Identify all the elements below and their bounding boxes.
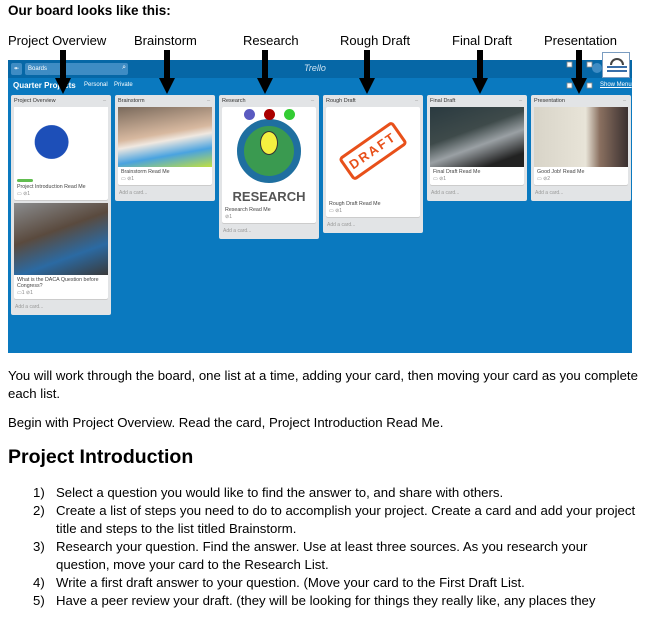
item-text: Write a first draft answer to your quest… <box>56 575 525 590</box>
list-research: Research – RESEARCH Research Read Me ⊘1 A… <box>219 95 319 239</box>
card-badges: ▭ ⊘1 <box>17 191 31 197</box>
card: DRAFT Rough Draft Read Me ▭ ⊘1 <box>326 107 420 217</box>
protest-image <box>14 203 108 275</box>
add-card-link: Add a card... <box>15 304 44 310</box>
card-badges: ▭ ⊘2 <box>537 176 551 182</box>
label-presentation: Presentation <box>544 33 617 48</box>
label-brainstorm: Brainstorm <box>134 33 197 48</box>
add-card-link: Add a card... <box>535 190 564 196</box>
down-arrow-icon <box>55 50 71 94</box>
trello-board-screenshot: ↞ Boards ⌕ Trello Quarter Projects Perso… <box>8 60 632 353</box>
card-badges: ▭ ⊘1 <box>433 176 447 182</box>
down-arrow-icon <box>257 50 273 94</box>
list-presentation: Presentation – Good Job! Read Me ▭ ⊘2 Add… <box>531 95 631 201</box>
question-mark-image <box>14 107 108 177</box>
item-number: 4) <box>33 575 45 590</box>
item-number: 2) <box>33 503 45 518</box>
label-rough-draft: Rough Draft <box>340 33 411 48</box>
intro-text: Our board looks like this: <box>8 3 171 18</box>
list-item: 2) Create a list of steps you need to do … <box>33 502 643 538</box>
card-title: Final Draft Read Me <box>433 169 481 175</box>
item-text: Have a peer review your draft. (they wil… <box>56 593 596 608</box>
item-number: 3) <box>33 539 45 554</box>
down-arrow-icon <box>359 50 375 94</box>
card-title: Research Read Me <box>225 207 271 213</box>
label-project-overview: Project Overview <box>8 33 107 48</box>
card: Brainstorm Read Me ▭ ⊘1 <box>118 107 212 185</box>
card-badges: ⊘1 <box>225 214 232 220</box>
paragraph-instructions: You will work through the board, one lis… <box>8 368 638 401</box>
card-badges: ▭ ⊘1 <box>329 208 343 214</box>
item-number: 5) <box>33 593 45 608</box>
item-text: Research your question. Find the answer.… <box>56 539 588 572</box>
card: RESEARCH Research Read Me ⊘1 <box>222 107 316 223</box>
card: Project Introduction Read Me ▭ ⊘1 <box>14 107 108 200</box>
research-logo-image: RESEARCH <box>222 107 316 205</box>
card-title: Project Introduction Read Me <box>17 184 86 190</box>
item-text: Select a question you would like to find… <box>56 485 504 500</box>
list-rough-draft: Rough Draft – DRAFT Rough Draft Read Me ▭… <box>323 95 423 233</box>
item-text: Create a list of steps you need to do to… <box>56 503 636 536</box>
card: Final Draft Read Me ▭ ⊘1 <box>430 107 524 185</box>
add-card-link: Add a card... <box>431 190 460 196</box>
down-arrow-icon <box>159 50 175 94</box>
draft-stamp-image: DRAFT <box>326 107 420 199</box>
card: What is the DACA Question before Congres… <box>14 203 108 299</box>
down-arrow-icon <box>472 50 488 94</box>
steps-list: 1) Select a question you would like to fi… <box>33 484 643 610</box>
label-final-draft: Final Draft <box>452 33 512 48</box>
laptop-image <box>430 107 524 167</box>
down-arrow-icon <box>571 50 587 94</box>
card: Good Job! Read Me ▭ ⊘2 <box>534 107 628 185</box>
sticky-notes-image <box>118 107 212 167</box>
list-project-overview: Project Overview – Project Introduction R… <box>11 95 111 315</box>
presenter-image <box>534 107 628 167</box>
list-item: 1) Select a question you would like to fi… <box>33 484 643 502</box>
list-item: 3) Research your question. Find the answe… <box>33 538 643 574</box>
list-item: 5) Have a peer review your draft. (they w… <box>33 592 643 610</box>
arrows-layer <box>55 50 593 94</box>
label-research: Research <box>243 33 299 48</box>
list-brainstorm: Brainstorm – Brainstorm Read Me ▭ ⊘1 Add … <box>115 95 215 201</box>
section-heading: Project Introduction <box>8 446 194 468</box>
research-text: RESEARCH <box>232 189 306 204</box>
card-title: Good Job! Read Me <box>537 169 585 175</box>
card-title: Rough Draft Read Me <box>329 201 381 207</box>
draft-text: DRAFT <box>337 120 409 182</box>
card-badges: ▭1 ⊘1 <box>17 290 33 296</box>
item-number: 1) <box>33 485 45 500</box>
card-title: Brainstorm Read Me <box>121 169 170 175</box>
layout-options-icon[interactable] <box>602 52 630 78</box>
card-badges: ▭ ⊘1 <box>121 176 135 182</box>
list-final-draft: Final Draft – Final Draft Read Me ▭ ⊘1 Ad… <box>427 95 527 201</box>
add-card-link: Add a card... <box>327 222 356 228</box>
add-card-link: Add a card... <box>119 190 148 196</box>
card-title: What is the DACA Question before Congres… <box>17 277 99 289</box>
add-card-link: Add a card... <box>223 228 252 234</box>
paragraph-begin: Begin with Project Overview. Read the ca… <box>8 415 444 430</box>
list-item: 4) Write a first draft answer to your que… <box>33 574 643 592</box>
